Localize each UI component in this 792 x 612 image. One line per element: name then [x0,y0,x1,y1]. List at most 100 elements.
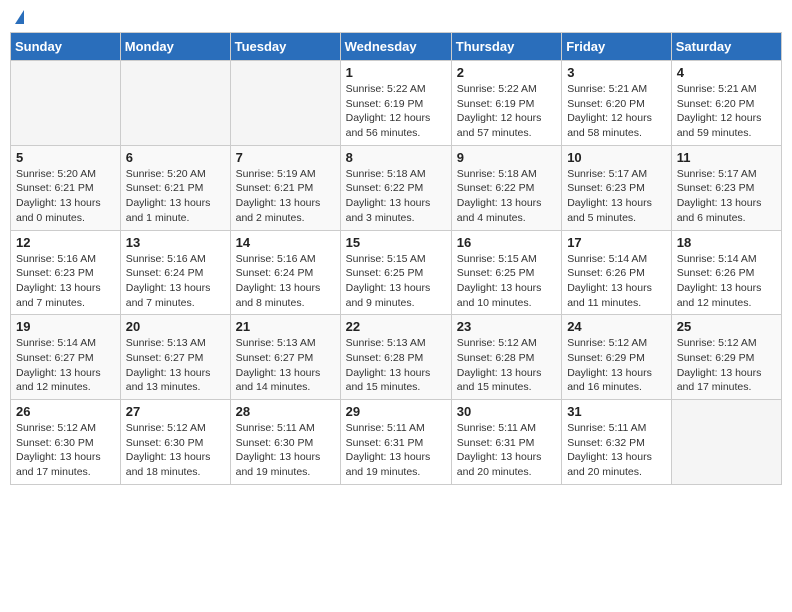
day-number: 23 [457,319,556,334]
day-number: 10 [567,150,666,165]
cell-info: Sunrise: 5:20 AM Sunset: 6:21 PM Dayligh… [126,167,225,226]
day-number: 15 [346,235,446,250]
cell-info: Sunrise: 5:12 AM Sunset: 6:30 PM Dayligh… [16,421,115,480]
day-number: 7 [236,150,335,165]
calendar-cell: 4 Sunrise: 5:21 AM Sunset: 6:20 PM Daylig… [671,61,781,146]
cell-info: Sunrise: 5:17 AM Sunset: 6:23 PM Dayligh… [677,167,776,226]
cell-info: Sunrise: 5:21 AM Sunset: 6:20 PM Dayligh… [567,82,666,141]
day-number: 2 [457,65,556,80]
day-number: 4 [677,65,776,80]
cell-info: Sunrise: 5:12 AM Sunset: 6:28 PM Dayligh… [457,336,556,395]
calendar-table: SundayMondayTuesdayWednesdayThursdayFrid… [10,32,782,485]
cell-info: Sunrise: 5:11 AM Sunset: 6:30 PM Dayligh… [236,421,335,480]
cell-info: Sunrise: 5:13 AM Sunset: 6:27 PM Dayligh… [236,336,335,395]
cell-info: Sunrise: 5:12 AM Sunset: 6:29 PM Dayligh… [567,336,666,395]
day-number: 8 [346,150,446,165]
day-of-week-header: Wednesday [340,33,451,61]
day-of-week-header: Saturday [671,33,781,61]
day-number: 27 [126,404,225,419]
cell-info: Sunrise: 5:14 AM Sunset: 6:26 PM Dayligh… [567,252,666,311]
cell-info: Sunrise: 5:11 AM Sunset: 6:31 PM Dayligh… [346,421,446,480]
calendar-cell: 25 Sunrise: 5:12 AM Sunset: 6:29 PM Dayli… [671,315,781,400]
cell-info: Sunrise: 5:19 AM Sunset: 6:21 PM Dayligh… [236,167,335,226]
calendar-cell: 11 Sunrise: 5:17 AM Sunset: 6:23 PM Dayli… [671,145,781,230]
calendar-cell: 27 Sunrise: 5:12 AM Sunset: 6:30 PM Dayli… [120,400,230,485]
calendar-cell: 19 Sunrise: 5:14 AM Sunset: 6:27 PM Dayli… [11,315,121,400]
calendar-cell: 22 Sunrise: 5:13 AM Sunset: 6:28 PM Dayli… [340,315,451,400]
day-number: 21 [236,319,335,334]
logo-triangle-icon [15,10,24,24]
calendar-week-row: 1 Sunrise: 5:22 AM Sunset: 6:19 PM Daylig… [11,61,782,146]
day-number: 24 [567,319,666,334]
calendar-cell: 3 Sunrise: 5:21 AM Sunset: 6:20 PM Daylig… [562,61,672,146]
day-number: 22 [346,319,446,334]
day-number: 3 [567,65,666,80]
calendar-cell: 18 Sunrise: 5:14 AM Sunset: 6:26 PM Dayli… [671,230,781,315]
calendar-cell: 15 Sunrise: 5:15 AM Sunset: 6:25 PM Dayli… [340,230,451,315]
calendar-cell: 8 Sunrise: 5:18 AM Sunset: 6:22 PM Daylig… [340,145,451,230]
calendar-header-row: SundayMondayTuesdayWednesdayThursdayFrid… [11,33,782,61]
cell-info: Sunrise: 5:18 AM Sunset: 6:22 PM Dayligh… [346,167,446,226]
calendar-cell: 24 Sunrise: 5:12 AM Sunset: 6:29 PM Dayli… [562,315,672,400]
cell-info: Sunrise: 5:21 AM Sunset: 6:20 PM Dayligh… [677,82,776,141]
day-number: 25 [677,319,776,334]
day-number: 30 [457,404,556,419]
calendar-cell: 10 Sunrise: 5:17 AM Sunset: 6:23 PM Dayli… [562,145,672,230]
cell-info: Sunrise: 5:12 AM Sunset: 6:29 PM Dayligh… [677,336,776,395]
day-number: 19 [16,319,115,334]
calendar-cell [120,61,230,146]
cell-info: Sunrise: 5:20 AM Sunset: 6:21 PM Dayligh… [16,167,115,226]
cell-info: Sunrise: 5:13 AM Sunset: 6:28 PM Dayligh… [346,336,446,395]
calendar-cell: 29 Sunrise: 5:11 AM Sunset: 6:31 PM Dayli… [340,400,451,485]
cell-info: Sunrise: 5:14 AM Sunset: 6:27 PM Dayligh… [16,336,115,395]
day-number: 18 [677,235,776,250]
calendar-cell: 12Sunrise: 5:16 AM Sunset: 6:23 PM Dayli… [11,230,121,315]
calendar-week-row: 12Sunrise: 5:16 AM Sunset: 6:23 PM Dayli… [11,230,782,315]
calendar-cell: 26Sunrise: 5:12 AM Sunset: 6:30 PM Dayli… [11,400,121,485]
calendar-cell: 30 Sunrise: 5:11 AM Sunset: 6:31 PM Dayli… [451,400,561,485]
cell-info: Sunrise: 5:11 AM Sunset: 6:32 PM Dayligh… [567,421,666,480]
calendar-cell [230,61,340,146]
calendar-cell [671,400,781,485]
calendar-week-row: 5 Sunrise: 5:20 AM Sunset: 6:21 PM Daylig… [11,145,782,230]
calendar-cell: 7 Sunrise: 5:19 AM Sunset: 6:21 PM Daylig… [230,145,340,230]
day-number: 20 [126,319,225,334]
cell-info: Sunrise: 5:15 AM Sunset: 6:25 PM Dayligh… [346,252,446,311]
calendar-cell: 21 Sunrise: 5:13 AM Sunset: 6:27 PM Dayli… [230,315,340,400]
calendar-cell: 5 Sunrise: 5:20 AM Sunset: 6:21 PM Daylig… [11,145,121,230]
calendar-cell: 14Sunrise: 5:16 AM Sunset: 6:24 PM Dayli… [230,230,340,315]
cell-info: Sunrise: 5:11 AM Sunset: 6:31 PM Dayligh… [457,421,556,480]
day-number: 28 [236,404,335,419]
day-of-week-header: Monday [120,33,230,61]
cell-info: Sunrise: 5:22 AM Sunset: 6:19 PM Dayligh… [457,82,556,141]
calendar-cell: 31 Sunrise: 5:11 AM Sunset: 6:32 PM Dayli… [562,400,672,485]
cell-info: Sunrise: 5:18 AM Sunset: 6:22 PM Dayligh… [457,167,556,226]
calendar-cell: 28 Sunrise: 5:11 AM Sunset: 6:30 PM Dayli… [230,400,340,485]
day-number: 13 [126,235,225,250]
cell-info: Sunrise: 5:13 AM Sunset: 6:27 PM Dayligh… [126,336,225,395]
cell-info: Sunrise: 5:17 AM Sunset: 6:23 PM Dayligh… [567,167,666,226]
calendar-cell: 13Sunrise: 5:16 AM Sunset: 6:24 PM Dayli… [120,230,230,315]
cell-info: Sunrise: 5:22 AM Sunset: 6:19 PM Dayligh… [346,82,446,141]
calendar-cell: 17Sunrise: 5:14 AM Sunset: 6:26 PM Dayli… [562,230,672,315]
day-number: 5 [16,150,115,165]
day-number: 1 [346,65,446,80]
day-number: 12 [16,235,115,250]
cell-info: Sunrise: 5:14 AM Sunset: 6:26 PM Dayligh… [677,252,776,311]
calendar-cell: 9 Sunrise: 5:18 AM Sunset: 6:22 PM Daylig… [451,145,561,230]
calendar-cell: 1 Sunrise: 5:22 AM Sunset: 6:19 PM Daylig… [340,61,451,146]
day-of-week-header: Thursday [451,33,561,61]
calendar-week-row: 26Sunrise: 5:12 AM Sunset: 6:30 PM Dayli… [11,400,782,485]
cell-info: Sunrise: 5:16 AM Sunset: 6:24 PM Dayligh… [236,252,335,311]
day-number: 6 [126,150,225,165]
day-number: 29 [346,404,446,419]
day-number: 16 [457,235,556,250]
calendar-cell: 16Sunrise: 5:15 AM Sunset: 6:25 PM Dayli… [451,230,561,315]
calendar-cell: 2 Sunrise: 5:22 AM Sunset: 6:19 PM Daylig… [451,61,561,146]
day-number: 11 [677,150,776,165]
day-number: 9 [457,150,556,165]
calendar-week-row: 19 Sunrise: 5:14 AM Sunset: 6:27 PM Dayli… [11,315,782,400]
day-of-week-header: Sunday [11,33,121,61]
cell-info: Sunrise: 5:12 AM Sunset: 6:30 PM Dayligh… [126,421,225,480]
day-number: 31 [567,404,666,419]
